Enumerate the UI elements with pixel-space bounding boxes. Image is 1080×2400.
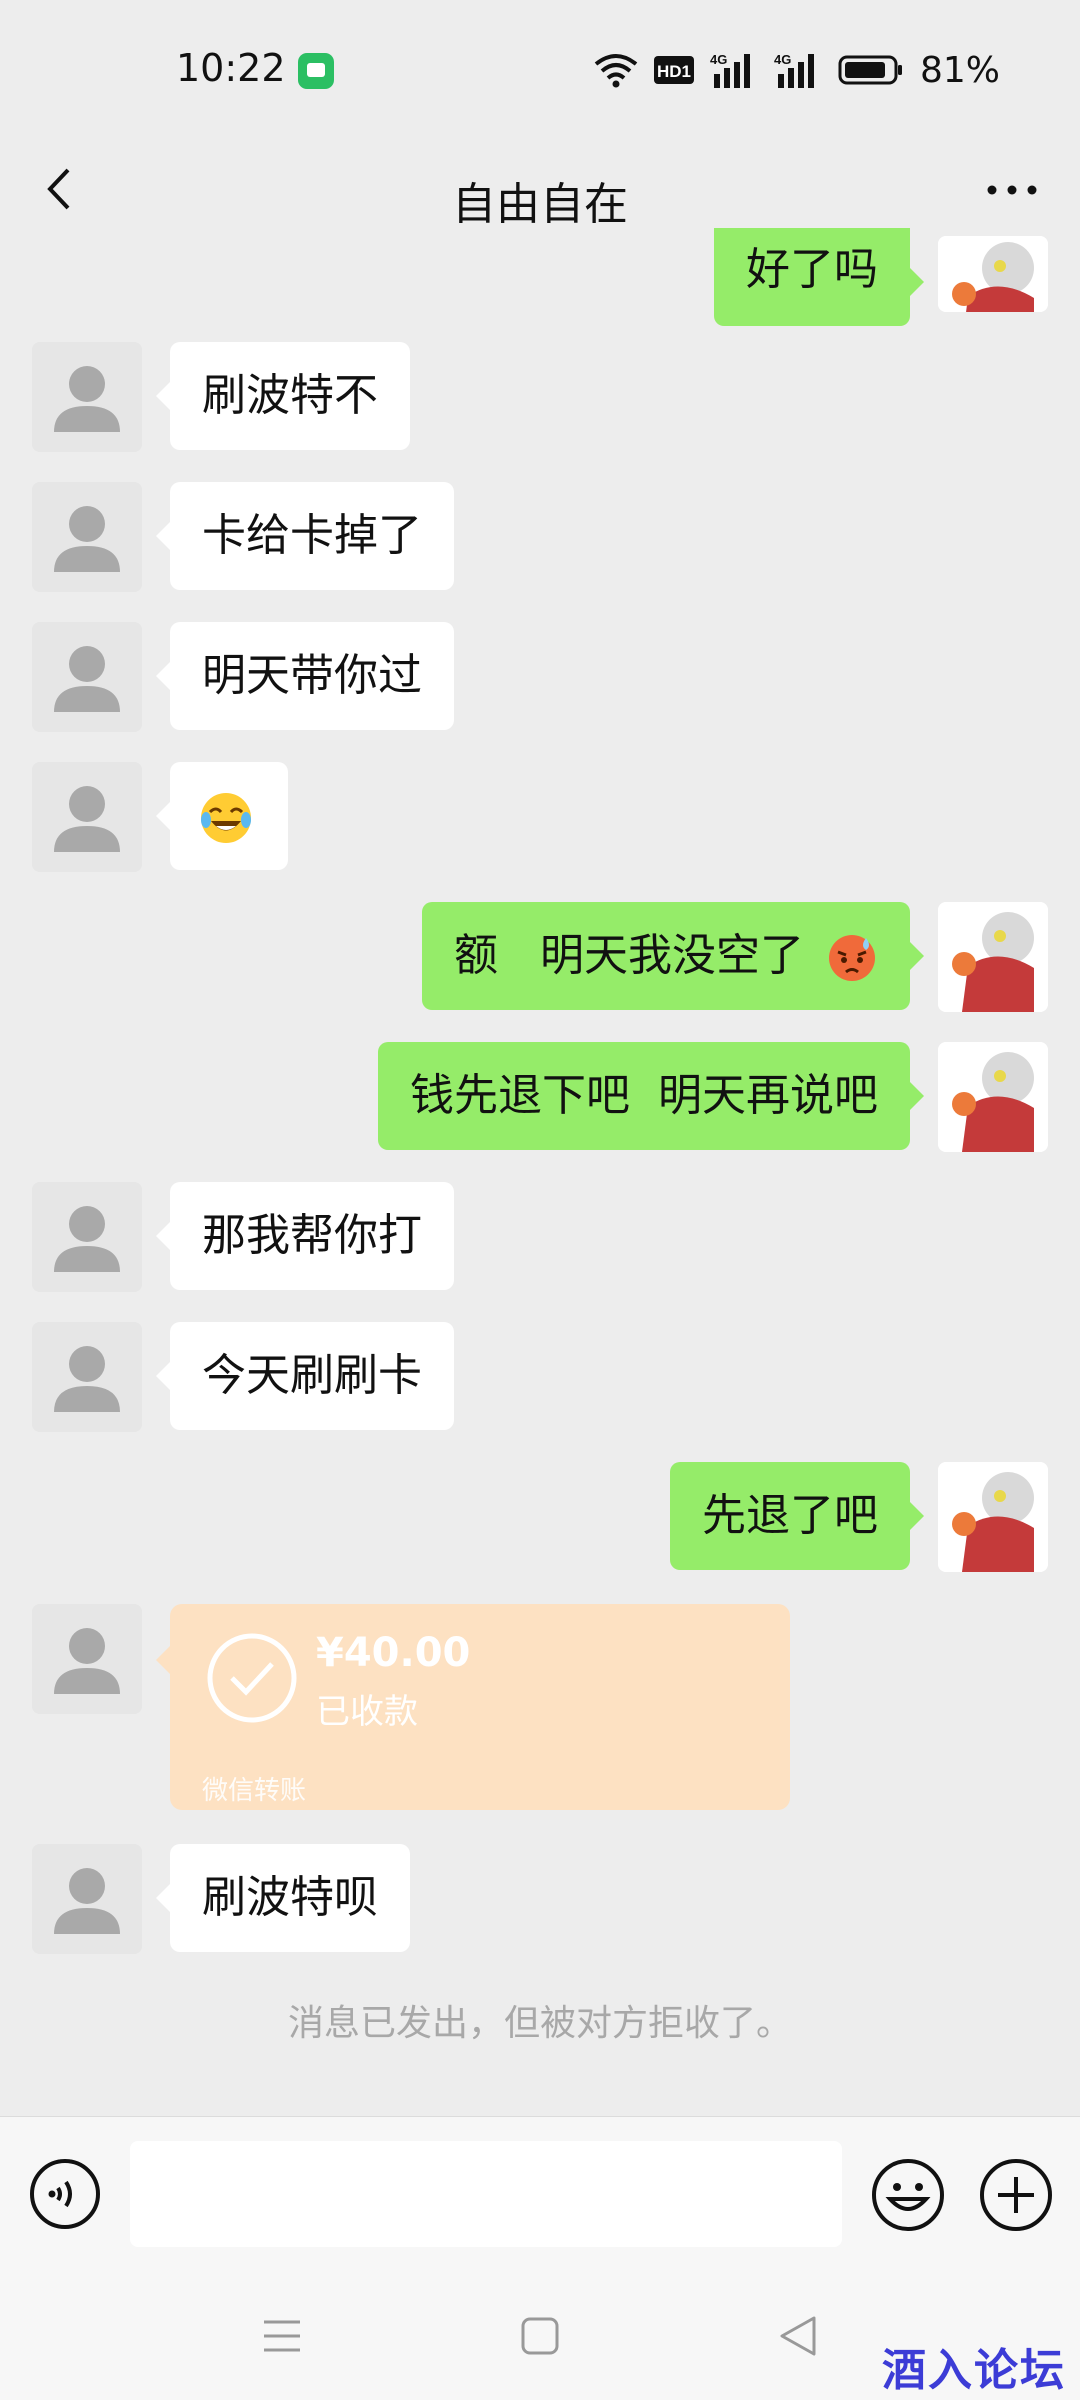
battery-percent: 81% — [919, 49, 1000, 91]
my-avatar[interactable] — [938, 1042, 1048, 1152]
transfer-amount: ¥40.00 — [316, 1630, 471, 1676]
more-actions-plus-icon[interactable] — [978, 2157, 1054, 2233]
hd-icon: HD1 — [653, 56, 694, 84]
contact-avatar[interactable] — [32, 762, 142, 872]
emoji-picker-icon[interactable] — [870, 2157, 946, 2233]
message-text: 明天带你过 — [202, 650, 422, 701]
message-bubble-incoming[interactable]: 今天刷刷卡 — [156, 1322, 454, 1430]
status-indicators: HD1 4G 4G 81% — [594, 48, 1000, 92]
more-options-icon[interactable] — [982, 170, 1042, 210]
message-notification-icon — [298, 53, 334, 89]
status-bar: 10:22 HD1 4G 4G 81% — [0, 0, 1080, 140]
recents-menu-icon[interactable] — [262, 2316, 302, 2356]
message-bubble-outgoing[interactable]: 好了吗 — [714, 228, 924, 326]
signal-1-label: 4G — [710, 52, 727, 67]
message-bubble-outgoing[interactable]: 钱先退下吧 明天再说吧 — [378, 1042, 924, 1150]
message-bubble-outgoing[interactable]: 额 明天我没空了 — [422, 902, 924, 1010]
my-avatar[interactable] — [938, 902, 1048, 1012]
chat-header: 自由自在 — [0, 140, 1080, 240]
contact-avatar[interactable] — [32, 342, 142, 452]
contact-avatar[interactable] — [32, 1844, 142, 1954]
message-rejected-notice: 消息已发出，但被对方拒收了。 — [287, 2003, 792, 2044]
sweat-emoji-icon — [829, 935, 875, 981]
back-triangle-icon[interactable] — [778, 2314, 818, 2358]
contact-avatar[interactable] — [32, 1182, 142, 1292]
message-bubble-incoming[interactable]: 明天带你过 — [156, 622, 454, 730]
tears-of-joy-emoji-icon — [201, 793, 251, 843]
message-bubble-incoming[interactable]: 那我帮你打 — [156, 1182, 454, 1290]
transfer-card[interactable]: ¥40.00 已收款 微信转账 — [156, 1604, 790, 1810]
message-bubble-outgoing[interactable]: 先退了吧 — [670, 1462, 924, 1570]
my-avatar[interactable] — [938, 236, 1048, 312]
message-text: 刷波特呗 — [202, 1872, 378, 1923]
message-bubble-incoming[interactable]: 刷波特呗 — [156, 1844, 410, 1952]
transfer-footer-label: 微信转账 — [202, 1776, 307, 1806]
message-text: 卡给卡掉了 — [202, 510, 422, 561]
contact-avatar[interactable] — [32, 622, 142, 732]
message-text: 先退了吧 — [702, 1490, 878, 1541]
message-text: 刷波特不 — [202, 370, 378, 421]
status-time: 10:22 — [176, 46, 286, 90]
my-avatar[interactable] — [938, 1462, 1048, 1572]
wifi-icon — [594, 54, 638, 88]
contact-avatar[interactable] — [32, 482, 142, 592]
signal-2-label: 4G — [774, 52, 791, 67]
signal-4g-icon: 4G — [710, 52, 750, 88]
message-text: 今天刷刷卡 — [202, 1350, 422, 1401]
contact-avatar[interactable] — [32, 1604, 142, 1714]
message-text: 钱先退下吧 明天再说吧 — [410, 1070, 878, 1121]
message-bubble-incoming[interactable] — [156, 762, 288, 870]
chat-title: 自由自在 — [452, 179, 628, 230]
input-bar — [0, 2116, 1080, 2277]
chat-screen: 10:22 HD1 4G 4G 81% 自由自在 好了吗 刷波特不 卡给卡掉了 … — [0, 0, 1080, 2400]
message-text: 那我帮你打 — [202, 1210, 422, 1261]
message-input[interactable] — [130, 2141, 842, 2247]
contact-avatar[interactable] — [32, 1322, 142, 1432]
received-check-icon — [207, 1633, 297, 1723]
forum-watermark: 酒入论坛 — [882, 2345, 1066, 2396]
battery-icon — [838, 55, 902, 85]
voice-input-icon[interactable] — [28, 2157, 102, 2231]
message-bubble-incoming[interactable]: 刷波特不 — [156, 342, 410, 450]
message-text: 好了吗 — [746, 244, 878, 295]
message-bubble-incoming[interactable]: 卡给卡掉了 — [156, 482, 454, 590]
home-square-icon[interactable] — [520, 2316, 560, 2356]
transfer-status: 已收款 — [316, 1692, 418, 1732]
hd-badge-text: HD1 — [657, 62, 691, 81]
message-text: 额 明天我没空了 — [454, 930, 804, 981]
message-list[interactable]: 好了吗 刷波特不 卡给卡掉了 明天带你过 额 明天我没空了 钱先退下吧 明天再说… — [0, 228, 1080, 2116]
signal-4g-icon-2: 4G — [774, 52, 814, 88]
